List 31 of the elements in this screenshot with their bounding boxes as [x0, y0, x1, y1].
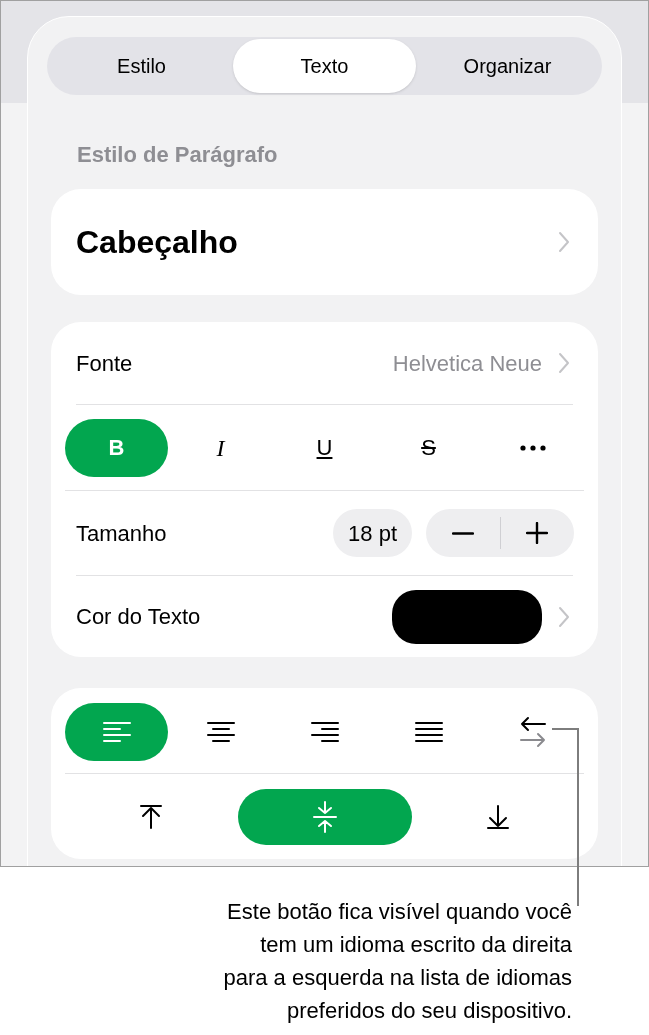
font-row[interactable]: Fonte Helvetica Neue	[76, 322, 573, 405]
plus-icon	[526, 522, 549, 544]
chevron-icon	[558, 352, 570, 374]
tab[interactable]: Texto	[233, 39, 416, 93]
chevron-icon	[558, 231, 570, 253]
more-icon	[519, 444, 546, 451]
chevron-icon	[558, 605, 570, 628]
align-top-icon	[138, 803, 163, 830]
callout-text: Este botão fica visível quando você tem um idioma escrito da direita para a esquerda na lista de idiomas preferidos do seu dispositivo.	[223, 898, 572, 1025]
section-title: Estilo de Parágrafo	[77, 141, 279, 169]
tab[interactable]: Estilo	[50, 39, 233, 93]
align-middle-icon	[311, 799, 338, 834]
font-value: Helvetica Neue	[392, 349, 542, 378]
size-value[interactable]: 18 pt	[333, 509, 412, 557]
size-label: Tamanho	[76, 519, 167, 548]
align-right-icon	[310, 719, 339, 744]
align-bottom-icon	[486, 803, 511, 830]
paragraph-style-row[interactable]: Cabeçalho	[51, 189, 598, 295]
strikethrough-button[interactable]: S	[377, 418, 480, 477]
align-left-icon	[102, 719, 131, 744]
paragraph-style-value: Cabeçalho	[76, 223, 238, 262]
tab[interactable]: Organizar	[416, 39, 599, 93]
text-color-label: Cor do Texto	[76, 603, 201, 631]
swap-arrows-icon	[517, 714, 548, 749]
align-justify-icon	[414, 719, 443, 744]
underline-button[interactable]: U	[273, 418, 376, 477]
align-center-icon	[206, 719, 235, 744]
text-color-row[interactable]: Cor do Texto	[76, 576, 573, 657]
font-label: Fonte	[76, 349, 133, 378]
italic-button[interactable]: I	[169, 418, 272, 477]
minus-icon	[451, 531, 474, 535]
